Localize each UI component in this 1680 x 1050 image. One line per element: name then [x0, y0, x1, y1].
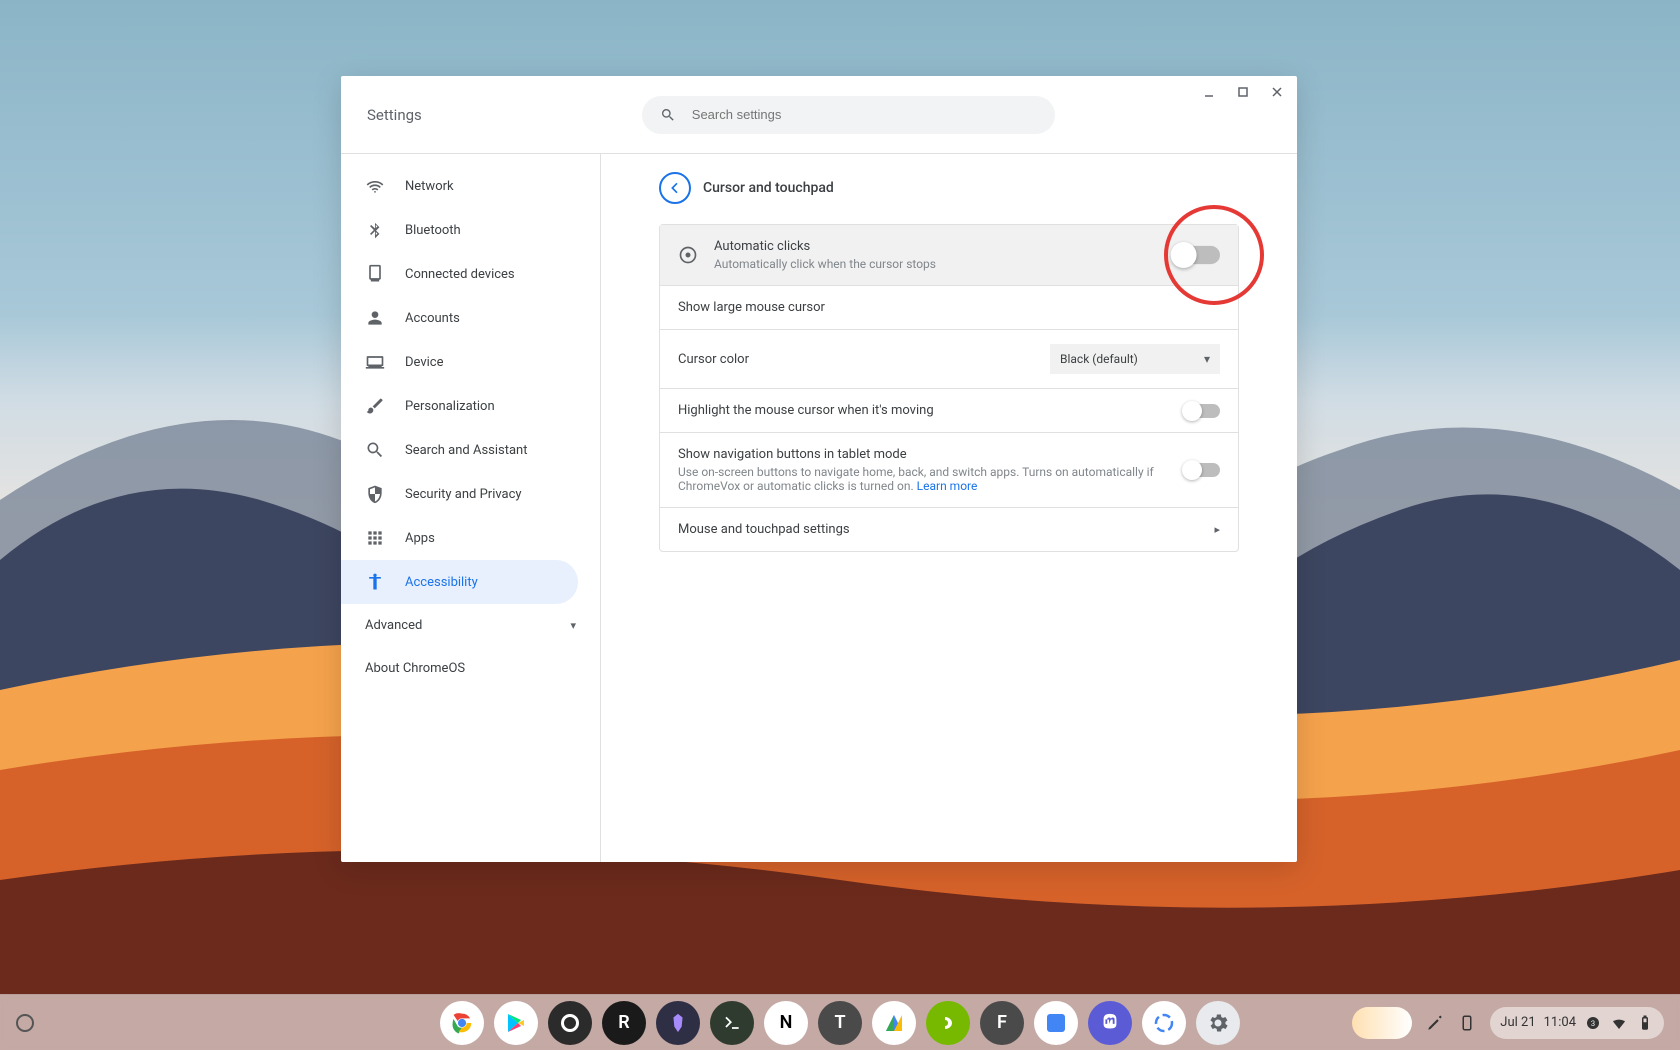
close-button[interactable] — [1267, 82, 1287, 102]
sidebar-label: Advanced — [365, 618, 422, 633]
search-input[interactable] — [692, 107, 1037, 122]
notification-badge-icon: 3 — [1584, 1014, 1602, 1032]
notification-pill[interactable] — [1352, 1007, 1412, 1039]
row-cursor-color: Cursor color Black (default) — [660, 330, 1238, 389]
settings-window: Settings Network Bluetooth Connected dev… — [341, 76, 1297, 862]
sidebar-label: About ChromeOS — [365, 661, 465, 676]
sidebar-item-device[interactable]: Device — [341, 340, 600, 384]
sidebar-item-accessibility[interactable]: Accessibility — [341, 560, 578, 604]
tablet-nav-toggle[interactable] — [1184, 463, 1220, 477]
sidebar-item-bluetooth[interactable]: Bluetooth — [341, 208, 600, 252]
shelf-app-settings-app[interactable] — [1196, 1001, 1240, 1045]
page-title: Settings — [367, 106, 422, 124]
learn-more-link[interactable]: Learn more — [917, 479, 978, 493]
accessibility-icon — [365, 572, 385, 592]
laptop-icon — [365, 352, 385, 372]
maximize-button[interactable] — [1233, 82, 1253, 102]
stylus-icon[interactable] — [1426, 1014, 1444, 1032]
launcher-button[interactable] — [16, 1014, 34, 1032]
tray-time: 11:04 — [1544, 1015, 1576, 1030]
sidebar-label: Connected devices — [405, 267, 515, 282]
sidebar-label: Bluetooth — [405, 223, 461, 238]
apps-icon — [365, 528, 385, 548]
row-large-cursor: Show large mouse cursor — [660, 286, 1238, 330]
search-icon — [660, 107, 676, 123]
row-mouse-touchpad-settings[interactable]: Mouse and touchpad settings ▸ — [660, 508, 1238, 551]
battery-icon — [1636, 1014, 1654, 1032]
back-button[interactable] — [659, 172, 691, 204]
shelf-app-app-circle2[interactable] — [1142, 1001, 1186, 1045]
sidebar-label: Network — [405, 179, 454, 194]
sidebar-group-advanced[interactable]: Advanced ▾ — [341, 604, 600, 647]
sidebar-label: Search and Assistant — [405, 443, 528, 458]
sidebar-item-about[interactable]: About ChromeOS — [341, 647, 600, 690]
wifi-icon — [1610, 1014, 1628, 1032]
shelf-app-app-square[interactable] — [1034, 1001, 1078, 1045]
sidebar-item-connected-devices[interactable]: Connected devices — [341, 252, 600, 296]
chevron-down-icon: ▾ — [570, 619, 576, 632]
status-tray[interactable]: Jul 21 11:04 3 — [1490, 1007, 1664, 1039]
person-icon — [365, 308, 385, 328]
row-title: Mouse and touchpad settings — [678, 522, 1214, 537]
shelf-app-app-f[interactable]: F — [980, 1001, 1024, 1045]
sidebar-item-accounts[interactable]: Accounts — [341, 296, 600, 340]
row-title: Automatic clicks — [714, 239, 1184, 254]
svg-text:3: 3 — [1591, 1019, 1595, 1028]
shelf-app-obsidian[interactable] — [656, 1001, 700, 1045]
bluetooth-icon — [365, 220, 385, 240]
sidebar-label: Device — [405, 355, 444, 370]
cursor-color-select[interactable]: Black (default) — [1050, 344, 1220, 374]
devices-icon — [365, 264, 385, 284]
row-title: Cursor color — [678, 352, 1050, 367]
shield-icon — [365, 484, 385, 504]
sidebar-label: Accounts — [405, 311, 460, 326]
row-subtitle: Use on-screen buttons to navigate home, … — [678, 465, 1184, 493]
sidebar: Network Bluetooth Connected devices Acco… — [341, 154, 601, 862]
shelf-app-app-r[interactable]: R — [602, 1001, 646, 1045]
brush-icon — [365, 396, 385, 416]
shelf-app-app-ring[interactable] — [548, 1001, 592, 1045]
shelf-app-nvidia[interactable] — [926, 1001, 970, 1045]
row-title: Highlight the mouse cursor when it's mov… — [678, 403, 1184, 418]
phone-hub-icon[interactable] — [1458, 1014, 1476, 1032]
subpage-title: Cursor and touchpad — [703, 180, 834, 196]
row-title: Show navigation buttons in tablet mode — [678, 447, 1184, 462]
search-container[interactable] — [642, 96, 1055, 134]
automatic-clicks-toggle[interactable] — [1173, 246, 1220, 264]
sidebar-item-personalization[interactable]: Personalization — [341, 384, 600, 428]
shelf: R NT F Jul 21 11:04 3 — [0, 994, 1680, 1050]
sidebar-item-apps[interactable]: Apps — [341, 516, 600, 560]
sidebar-item-security-privacy[interactable]: Security and Privacy — [341, 472, 600, 516]
wifi-icon — [365, 176, 385, 196]
sidebar-item-network[interactable]: Network — [341, 164, 600, 208]
search-icon — [365, 440, 385, 460]
sidebar-label: Apps — [405, 531, 435, 546]
shelf-app-app-t[interactable]: T — [818, 1001, 862, 1045]
tray-date: Jul 21 — [1500, 1015, 1535, 1030]
shelf-app-notion[interactable]: N — [764, 1001, 808, 1045]
row-highlight-cursor: Highlight the mouse cursor when it's mov… — [660, 389, 1238, 433]
shelf-app-chrome[interactable] — [440, 1001, 484, 1045]
sidebar-label: Accessibility — [405, 575, 478, 590]
row-automatic-clicks: Automatic clicks Automatically click whe… — [660, 225, 1238, 286]
shelf-app-play-store[interactable] — [494, 1001, 538, 1045]
minimize-button[interactable] — [1199, 82, 1219, 102]
row-tablet-nav: Show navigation buttons in tablet mode U… — [660, 433, 1238, 508]
sidebar-label: Personalization — [405, 399, 495, 414]
header: Settings — [341, 76, 1297, 154]
shelf-app-app-colors[interactable] — [872, 1001, 916, 1045]
sidebar-label: Security and Privacy — [405, 487, 522, 502]
target-icon — [678, 245, 698, 265]
shelf-app-terminal[interactable] — [710, 1001, 754, 1045]
settings-list: Automatic clicks Automatically click whe… — [659, 224, 1239, 552]
sidebar-item-search-assistant[interactable]: Search and Assistant — [341, 428, 600, 472]
chevron-right-icon: ▸ — [1214, 523, 1220, 536]
highlight-cursor-toggle[interactable] — [1184, 404, 1220, 418]
row-title: Show large mouse cursor — [678, 300, 1220, 315]
shelf-app-mastodon[interactable] — [1088, 1001, 1132, 1045]
row-subtitle: Automatically click when the cursor stop… — [714, 257, 1184, 271]
subpage-header: Cursor and touchpad — [659, 166, 1239, 210]
select-value: Black (default) — [1060, 352, 1138, 366]
